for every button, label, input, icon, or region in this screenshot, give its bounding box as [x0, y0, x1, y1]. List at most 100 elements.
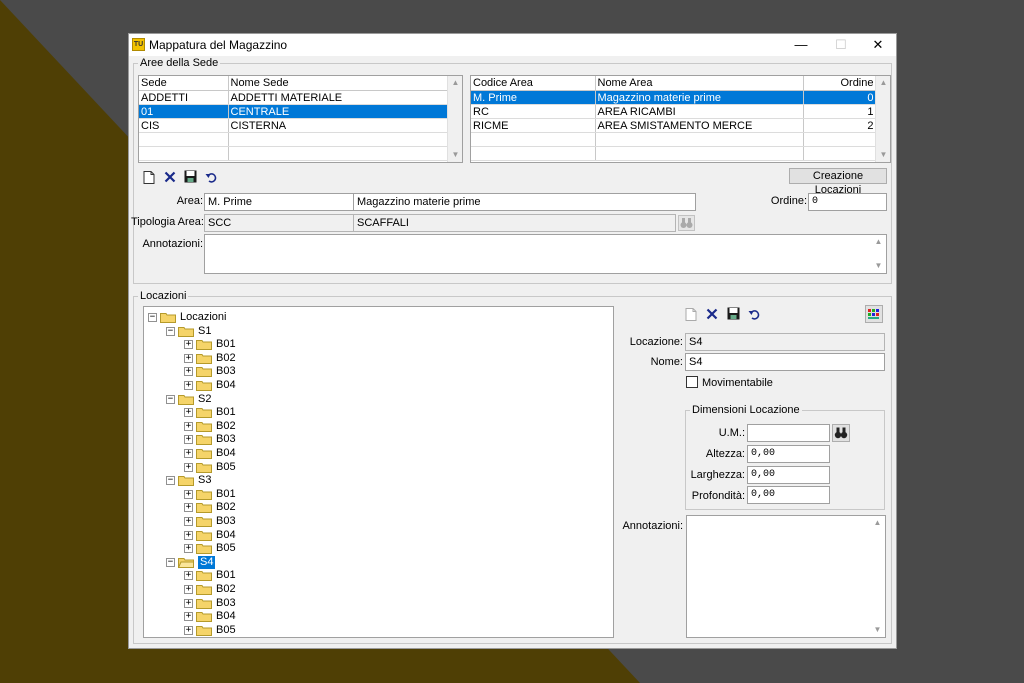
area-grid-scrollbar[interactable]: ▲ ▼ [875, 76, 890, 162]
annotazioni-scrollbar[interactable]: ▲ ▼ [870, 516, 885, 637]
table-row[interactable]: ADDETTI ADDETTI MATERIALE [139, 90, 448, 105]
table-cell[interactable] [595, 132, 804, 147]
expand-icon[interactable]: + [184, 449, 193, 458]
table-row[interactable]: M. Prime Magazzino materie prime 0 [471, 90, 877, 105]
um-field[interactable] [747, 424, 830, 442]
tree-node-bin[interactable]: + B01 [144, 406, 604, 419]
expand-icon[interactable]: + [184, 353, 193, 363]
tree-node-label[interactable]: S4 [198, 555, 216, 569]
area-grid[interactable]: Codice Area Nome Area Ordine M. Prime Mag… [470, 75, 891, 163]
table-cell[interactable] [595, 146, 804, 161]
collapse-icon[interactable]: − [166, 326, 175, 336]
table-cell[interactable]: AREA RICAMBI [595, 104, 804, 119]
tree-node-label[interactable]: B01 [216, 569, 236, 582]
tree-node-label[interactable]: B03 [216, 515, 236, 528]
tree-node-bin[interactable]: + B04 [144, 610, 604, 623]
table-cell[interactable] [139, 132, 229, 147]
close-button[interactable]: ✕ [858, 34, 898, 56]
expand-icon[interactable]: + [184, 530, 193, 540]
movimentabile-checkbox[interactable] [686, 376, 698, 388]
tree-node-bin[interactable]: + B02 [144, 352, 604, 365]
empty-row[interactable] [139, 146, 448, 161]
expand-icon[interactable]: + [184, 503, 193, 513]
table-cell[interactable]: M. Prime [471, 90, 596, 105]
empty-row[interactable] [139, 132, 448, 147]
table-cell[interactable]: CISTERNA [228, 118, 448, 133]
scroll-down-icon[interactable]: ▼ [870, 623, 885, 637]
expand-icon[interactable]: + [184, 612, 193, 622]
expand-icon[interactable]: + [184, 462, 193, 472]
undo-icon[interactable] [748, 309, 760, 320]
expand-icon[interactable]: + [184, 544, 193, 554]
tree-node-bin[interactable]: + B02 [144, 583, 604, 596]
expand-icon[interactable]: + [184, 598, 193, 608]
area-annotazioni-textarea[interactable]: ▲ ▼ [204, 234, 887, 274]
table-row[interactable]: 01 CENTRALE [139, 104, 448, 119]
table-cell[interactable]: 01 [139, 104, 229, 119]
tree-node-label[interactable]: B04 [216, 610, 236, 623]
title-bar[interactable]: TU Mappatura del Magazzino — ☐ ✕ [129, 34, 896, 56]
scroll-down-icon[interactable]: ▼ [448, 148, 462, 162]
tree-node-label[interactable]: B02 [216, 501, 236, 514]
altezza-field[interactable]: 0,00 [747, 445, 830, 463]
tree-node-label[interactable]: B03 [216, 597, 236, 610]
expand-icon[interactable]: + [184, 435, 193, 445]
tree-node-bin[interactable]: + B05 [144, 461, 604, 474]
ordine-field[interactable]: 0 [808, 193, 887, 211]
empty-row[interactable] [471, 146, 877, 161]
tree-node-label[interactable]: B03 [216, 365, 236, 378]
tree-node-shelf[interactable]: − S3 [144, 474, 604, 487]
delete-icon[interactable] [706, 308, 718, 320]
tree-node-bin[interactable]: + B04 [144, 379, 604, 392]
tree-node-label[interactable]: B01 [216, 338, 236, 351]
column-header-sede[interactable]: Sede [139, 76, 229, 91]
new-file-icon[interactable] [685, 308, 697, 321]
tree-node-shelf[interactable]: − S2 [144, 393, 604, 406]
collapse-icon[interactable]: − [166, 394, 175, 404]
tree-root-locazioni[interactable]: − Locazioni [144, 311, 604, 324]
tree-node-bin[interactable]: + B03 [144, 365, 604, 378]
tree-node-label[interactable]: B04 [216, 529, 236, 542]
expand-icon[interactable]: + [184, 421, 193, 431]
tree-node-label[interactable]: B02 [216, 352, 236, 365]
tree-node-label[interactable]: B05 [216, 624, 236, 637]
tree-node-bin[interactable]: + B03 [144, 433, 604, 446]
expand-icon[interactable]: + [184, 625, 193, 635]
collapse-icon[interactable]: − [166, 476, 175, 486]
table-cell[interactable]: AREA SMISTAMENTO MERCE [595, 118, 804, 133]
tree-node-label[interactable]: B02 [216, 420, 236, 433]
binoculars-icon[interactable] [832, 424, 850, 442]
table-cell[interactable] [471, 132, 596, 147]
table-cell[interactable]: CIS [139, 118, 229, 133]
maximize-button[interactable]: ☐ [821, 34, 861, 56]
expand-icon[interactable]: + [184, 517, 193, 526]
expand-icon[interactable]: + [184, 367, 193, 377]
table-cell[interactable] [803, 132, 877, 147]
annotazioni-scrollbar[interactable]: ▲ ▼ [871, 235, 886, 273]
column-header-ordine[interactable]: Ordine [803, 76, 877, 91]
table-row[interactable]: RICME AREA SMISTAMENTO MERCE 2 [471, 118, 877, 133]
collapse-icon[interactable]: − [148, 313, 157, 322]
empty-row[interactable] [471, 132, 877, 147]
table-row[interactable]: CIS CISTERNA [139, 118, 448, 133]
scroll-down-icon[interactable]: ▼ [871, 259, 886, 273]
tree-node-label[interactable]: S3 [198, 474, 211, 487]
column-header-nome-sede[interactable]: Nome Sede [228, 76, 448, 91]
sede-grid[interactable]: Sede Nome Sede ADDETTI ADDETTI MATERIALE 0… [138, 75, 463, 163]
collapse-icon[interactable]: − [166, 557, 175, 567]
tree-node-bin[interactable]: + B04 [144, 529, 604, 542]
expand-icon[interactable]: + [184, 489, 193, 499]
tree-node-label[interactable]: S2 [198, 393, 211, 406]
minimize-button[interactable]: — [781, 34, 821, 56]
tree-node-label[interactable]: B04 [216, 379, 236, 392]
tree-node-bin[interactable]: + B05 [144, 624, 604, 637]
locazione-annotazioni-textarea[interactable]: ▲ ▼ [686, 515, 886, 638]
tree-node-bin[interactable]: + B01 [144, 488, 604, 501]
tree-node-shelf[interactable]: − S1 [144, 325, 604, 338]
scroll-up-icon[interactable]: ▲ [871, 235, 886, 249]
expand-icon[interactable]: + [184, 585, 193, 594]
tree-node-bin[interactable]: + B02 [144, 420, 604, 433]
table-cell[interactable]: CENTRALE [228, 104, 448, 119]
save-icon[interactable] [727, 307, 740, 320]
scroll-up-icon[interactable]: ▲ [876, 76, 890, 90]
